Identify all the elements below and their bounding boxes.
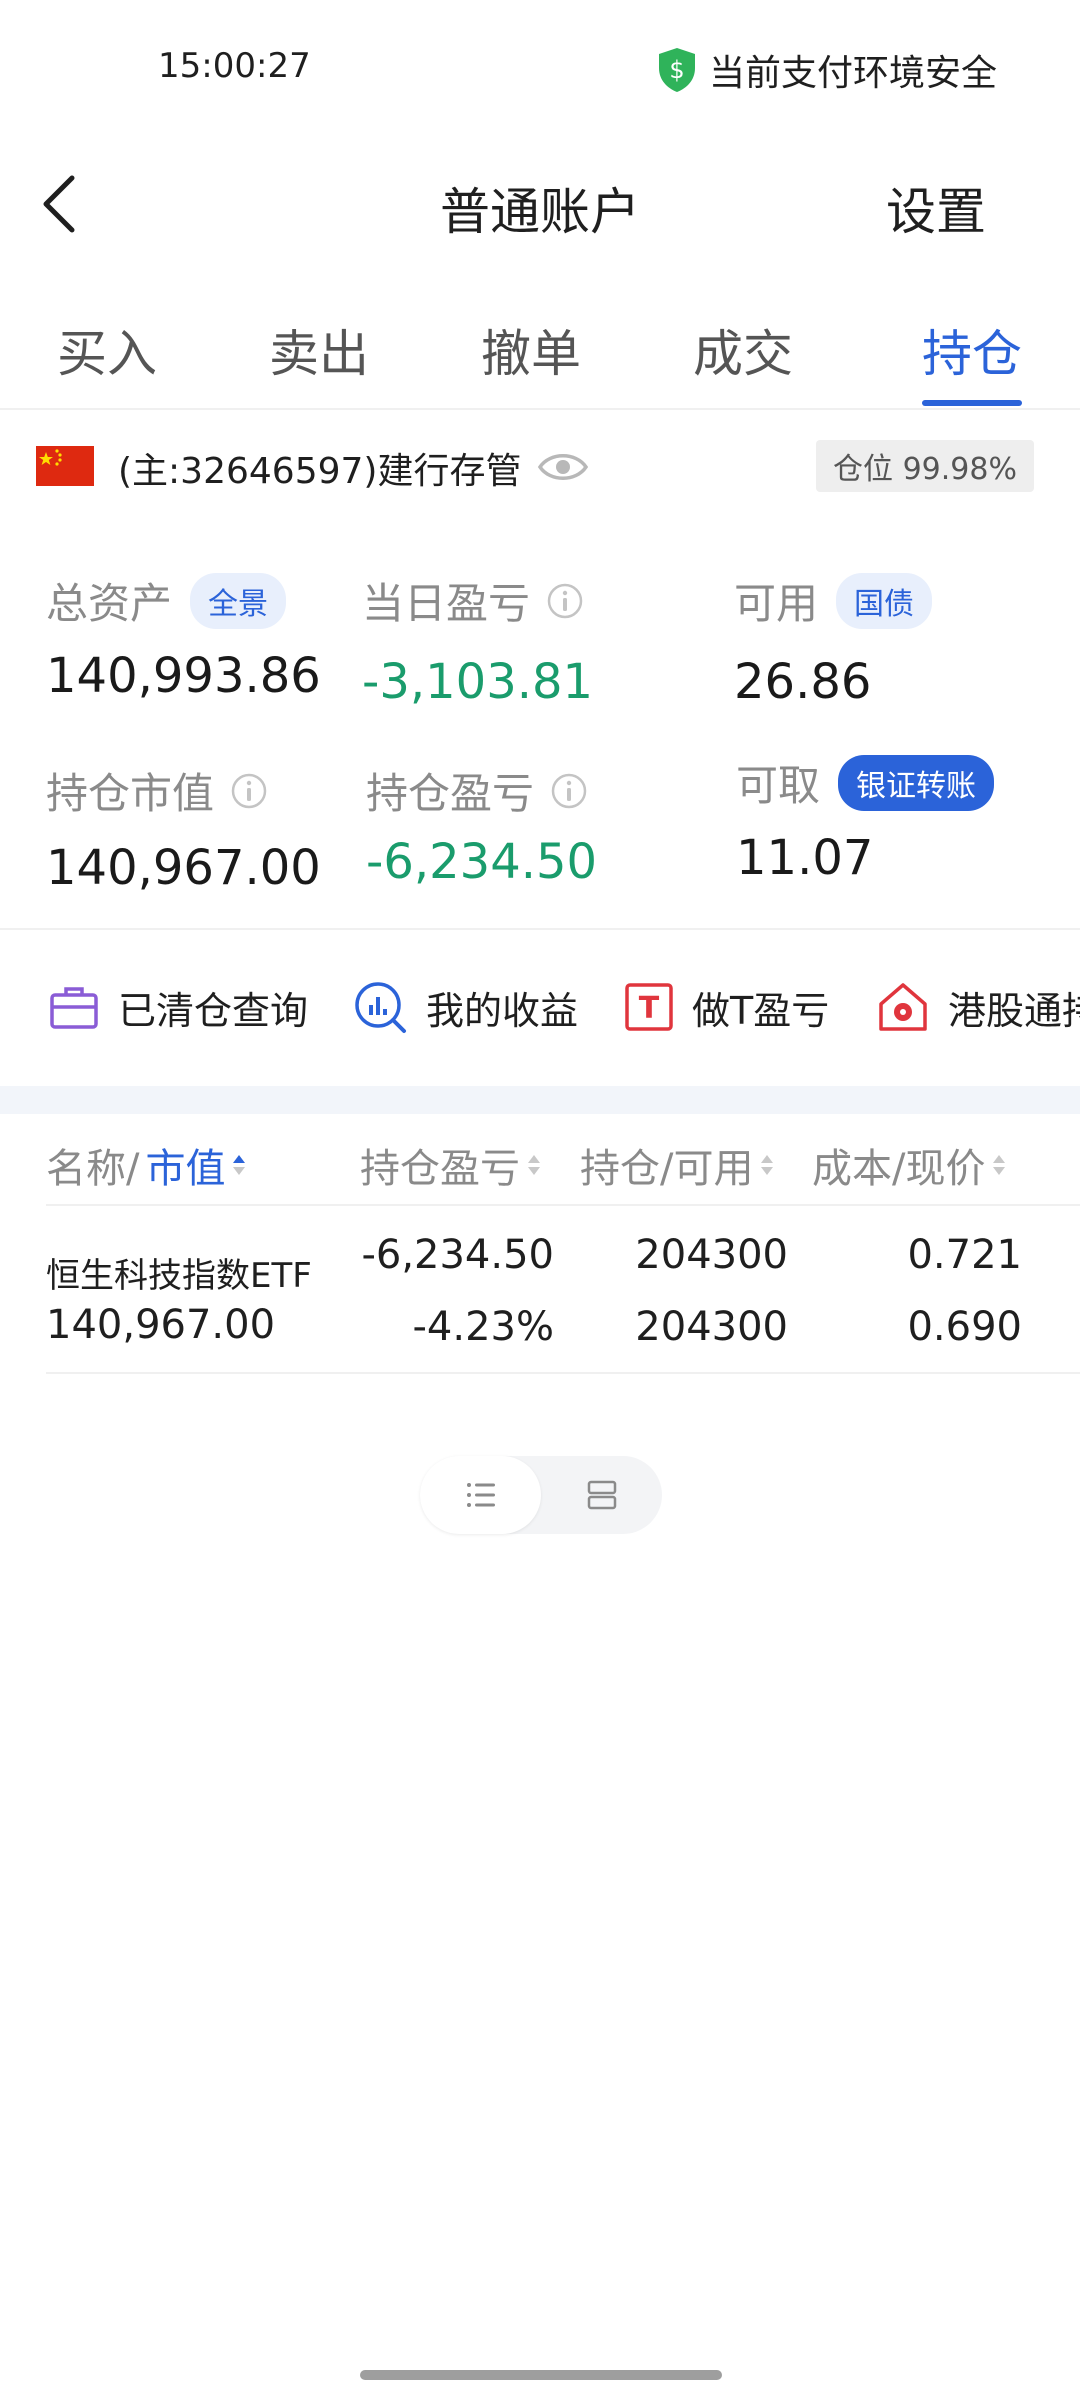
info-icon[interactable] [550,772,588,810]
column-header-pnl[interactable]: 持仓盈亏 [360,1136,542,1194]
treasury-bond-badge[interactable]: 国债 [836,572,933,629]
tab-cancel[interactable]: 撤单 [476,314,586,386]
chart-search-icon [355,982,406,1033]
payment-security-status: $ 当前支付环境安全 [655,44,997,96]
holdings-value-label-row: 持仓市值 [46,760,268,821]
holdings-value-value: 140,967.00 [46,840,321,896]
section-divider [0,1086,1080,1114]
row-pnl-amount: -6,234.50 [361,1232,554,1278]
shortcut-label: 已清仓查询 [118,988,309,1033]
shortcut-label: 做T盈亏 [692,988,830,1033]
security-name: 恒生科技指数ETF [46,1256,312,1296]
row-current-price: 0.690 [907,1304,1022,1350]
row-pnl-percent: -4.23% [412,1304,554,1350]
svg-text:$: $ [669,56,684,84]
shortcut-label: 我的收益 [426,988,579,1033]
divider [0,928,1080,930]
row-cost-price: 0.721 [907,1232,1022,1278]
header-qty-label: 持仓/可用 [580,1146,754,1192]
shield-dollar-icon: $ [659,48,695,92]
bank-transfer-button[interactable]: 银证转账 [838,754,995,811]
daily-pnl-label-row: 当日盈亏 [362,570,584,631]
home-indicator[interactable] [360,2370,722,2380]
total-assets-label-row: 总资产 全景 [46,570,287,631]
header-name-active: 市值 [145,1146,226,1192]
available-value: 26.86 [734,654,872,710]
withdrawable-value: 11.07 [736,830,874,886]
day-trade-pnl-shortcut[interactable]: T 做T盈亏 [624,974,829,1040]
holdings-pnl-label-row: 持仓盈亏 [366,760,588,821]
sort-icon [233,1155,246,1175]
row-available-qty: 204300 [635,1304,788,1350]
hk-connect-shortcut[interactable]: 港股通持 [876,974,1080,1040]
back-button[interactable] [28,168,98,238]
shortcut-label: 港股通持 [948,988,1080,1033]
briefcase-icon [50,987,98,1029]
status-time: 15:00:27 [158,46,311,86]
tab-trades[interactable]: 成交 [688,314,798,386]
header-name-prefix: 名称/ [46,1146,140,1192]
header-pnl-label: 持仓盈亏 [360,1146,520,1192]
tab-holdings[interactable]: 持仓 [917,314,1027,386]
holdings-pnl-label: 持仓盈亏 [366,769,535,818]
available-label: 可用 [734,579,819,628]
sort-icon [761,1155,774,1175]
withdrawable-label-row: 可取 银证转账 [736,752,995,813]
daily-pnl-label: 当日盈亏 [362,579,531,628]
svg-text:T: T [639,991,660,1026]
security-market-value: 140,967.00 [46,1302,276,1348]
column-header-quantity[interactable]: 持仓/可用 [580,1136,775,1194]
list-view-button[interactable] [420,1456,541,1534]
total-assets-label: 总资产 [46,579,173,628]
tab-sell[interactable]: 卖出 [264,314,374,386]
info-icon[interactable] [230,772,268,810]
column-header-price[interactable]: 成本/现价 [812,1136,1007,1194]
header-price-label: 成本/现价 [812,1146,986,1192]
settings-button[interactable]: 设置 [886,172,986,244]
sort-icon [528,1155,540,1175]
china-flag-icon [36,446,94,486]
tab-buy[interactable]: 买入 [52,314,162,386]
position-ratio-badge: 仓位 99.98% [816,440,1034,492]
t-box-icon: T [625,983,673,1031]
info-icon[interactable] [546,582,584,620]
card-view-icon [587,1480,616,1510]
overview-badge[interactable]: 全景 [190,572,287,629]
security-text: 当前支付环境安全 [709,53,998,94]
sort-icon [993,1155,1006,1175]
eye-icon[interactable] [536,440,590,494]
account-label[interactable]: (主:32646597)建行存管 [118,442,521,494]
card-view-button[interactable] [541,1456,662,1534]
total-assets-value: 140,993.86 [46,648,321,704]
divider [46,1372,1080,1374]
list-icon [466,1483,495,1507]
hk-house-icon [879,983,927,1031]
column-header-name[interactable]: 名称/市值 [46,1136,247,1194]
my-earnings-shortcut[interactable]: 我的收益 [352,974,578,1040]
active-tab-indicator [922,400,1022,406]
divider [0,408,1080,410]
holdings-pnl-value: -6,234.50 [366,834,598,890]
holdings-value-label: 持仓市值 [46,769,215,818]
available-label-row: 可用 国债 [734,570,933,631]
chevron-left-icon [43,175,75,233]
cleared-positions-shortcut[interactable]: 已清仓查询 [48,974,308,1040]
row-holding-qty: 204300 [635,1232,788,1278]
withdrawable-label: 可取 [736,761,821,810]
daily-pnl-value: -3,103.81 [362,654,594,710]
view-mode-toggle [420,1456,662,1534]
